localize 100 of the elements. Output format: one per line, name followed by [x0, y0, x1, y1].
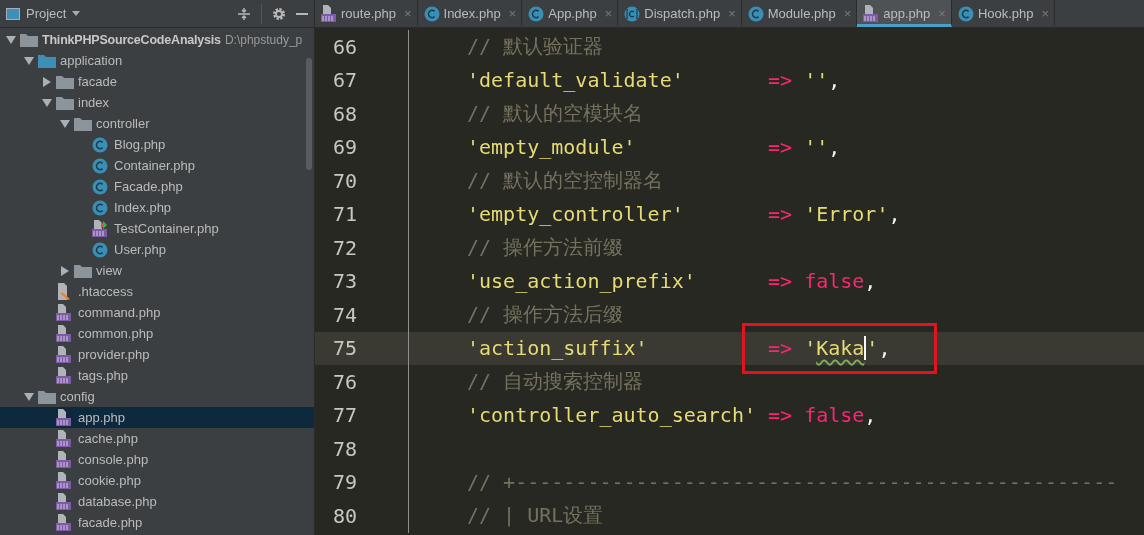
comma: , — [864, 269, 877, 294]
line-number: 67 — [331, 68, 357, 93]
tab-label: app.php — [883, 6, 931, 21]
array-key: 'default_validate' — [467, 68, 768, 93]
file-tab[interactable]: Dispatch.php × — [618, 0, 742, 27]
code-comment: // +-------------------------------------------------- — [467, 470, 1118, 495]
file-tab[interactable]: Hook.php × — [951, 0, 1056, 27]
class-icon — [92, 241, 108, 258]
tree-item[interactable]: ThinkPHPSourceCodeAnalysis D:\phpstudy_p — [0, 29, 314, 50]
line-number: 78 — [331, 436, 357, 461]
comma: , — [878, 336, 891, 361]
tree-item[interactable]: view — [0, 260, 314, 281]
class-icon — [624, 5, 641, 22]
tree-item[interactable]: console.php — [0, 449, 314, 470]
line-number: 71 — [331, 202, 357, 227]
tree-item[interactable]: cookie.php — [0, 470, 314, 491]
tree-item[interactable]: facade — [0, 71, 314, 92]
keyword-literal: false — [804, 269, 865, 294]
php-file-icon — [56, 304, 72, 321]
expanded-arrow-icon[interactable] — [6, 35, 16, 44]
array-key: 'empty_controller' — [467, 202, 768, 227]
tab-label: Dispatch.php — [644, 6, 721, 21]
collapsed-arrow-icon[interactable] — [43, 76, 51, 87]
code-comment: // 默认验证器 — [467, 33, 604, 61]
php-file-icon — [56, 325, 72, 342]
file-tab[interactable]: Index.php × — [417, 0, 523, 27]
comma: , — [888, 202, 901, 227]
tree-item[interactable]: database.php — [0, 491, 314, 512]
tree-item[interactable]: application — [0, 50, 314, 71]
expanded-arrow-icon[interactable] — [24, 392, 34, 401]
folder-icon — [38, 53, 56, 68]
tree-item[interactable]: User.php — [0, 239, 314, 260]
line-number: 80 — [331, 503, 357, 528]
folder-icon — [56, 95, 74, 110]
class-icon — [92, 136, 108, 153]
code-comment: // 默认的空控制器名 — [467, 167, 664, 195]
file-tab[interactable]: route.php × — [315, 0, 418, 27]
comma: , — [828, 68, 841, 93]
tree-item[interactable]: app.php — [0, 407, 314, 428]
code-comment: // 操作方法后缀 — [467, 301, 624, 329]
tab-label: Hook.php — [977, 6, 1034, 21]
file-tab[interactable]: app.php × — [857, 0, 952, 27]
tab-label: route.php — [341, 6, 396, 21]
collapse-all-icon[interactable] — [237, 6, 251, 21]
code-comment: // | URL设置 — [467, 502, 604, 530]
code-comment: // 默认的空模块名 — [467, 100, 644, 128]
expanded-arrow-icon[interactable] — [60, 119, 70, 128]
settings-icon[interactable] — [272, 6, 286, 21]
line-number: 74 — [331, 302, 357, 327]
scrollbar-thumb[interactable] — [306, 58, 312, 170]
string-literal: ' — [804, 336, 817, 361]
php-file-icon — [56, 409, 72, 426]
config-file-icon — [56, 283, 72, 300]
string-literal: '' — [804, 68, 829, 93]
tree-item[interactable]: Container.php — [0, 155, 314, 176]
class-icon — [92, 157, 108, 174]
line-number: 76 — [331, 369, 357, 394]
file-tab[interactable]: App.php × — [522, 0, 619, 27]
tree-item[interactable]: facade.php — [0, 512, 314, 533]
arrow-operator: => — [768, 135, 793, 160]
tree-item[interactable]: config — [0, 386, 314, 407]
code-comment: // 自动搜索控制器 — [467, 368, 644, 396]
array-key: 'empty_module' — [467, 135, 768, 160]
tree-item[interactable]: Facade.php — [0, 176, 314, 197]
expanded-arrow-icon[interactable] — [42, 98, 52, 107]
line-number: 79 — [331, 470, 357, 495]
tree-item[interactable]: tags.php — [0, 365, 314, 386]
line-number: 75 — [331, 336, 357, 361]
tree-item[interactable]: .htaccess — [0, 281, 314, 302]
tree-item[interactable]: Index.php — [0, 197, 314, 218]
expanded-arrow-icon[interactable] — [24, 56, 34, 65]
php-test-file-icon — [92, 220, 108, 237]
arrow-operator: => — [768, 269, 793, 294]
tree-item[interactable]: index — [0, 92, 314, 113]
folder-icon — [74, 116, 92, 131]
line-number: 70 — [331, 168, 357, 193]
php-file-icon — [321, 5, 337, 22]
string-literal: Kaka — [816, 336, 867, 361]
class-icon — [92, 178, 108, 195]
folder-icon — [38, 389, 56, 404]
php-file-icon — [56, 430, 72, 447]
tab-label: App.php — [548, 6, 597, 21]
string-literal: 'Error' — [804, 202, 889, 227]
tree-item[interactable]: TestContainer.php — [0, 218, 314, 239]
array-key: 'action_suffix' — [467, 336, 768, 361]
array-key: 'controller_auto_search' — [467, 403, 768, 428]
tree-item[interactable]: common.php — [0, 323, 314, 344]
tree-item[interactable]: Blog.php — [0, 134, 314, 155]
arrow-operator: => — [768, 336, 793, 361]
tab-label: Index.php — [443, 6, 501, 21]
tree-item[interactable]: cache.php — [0, 428, 314, 449]
line-number: 73 — [331, 269, 357, 294]
project-view-dropdown[interactable]: Project — [6, 6, 81, 21]
line-number: 68 — [331, 101, 357, 126]
tree-item[interactable]: provider.php — [0, 344, 314, 365]
array-key: 'use_action_prefix' — [467, 269, 768, 294]
tree-item[interactable]: controller — [0, 113, 314, 134]
project-path: D:\phpstudy_p — [224, 32, 304, 47]
collapsed-arrow-icon[interactable] — [61, 265, 69, 276]
tree-item[interactable]: command.php — [0, 302, 314, 323]
